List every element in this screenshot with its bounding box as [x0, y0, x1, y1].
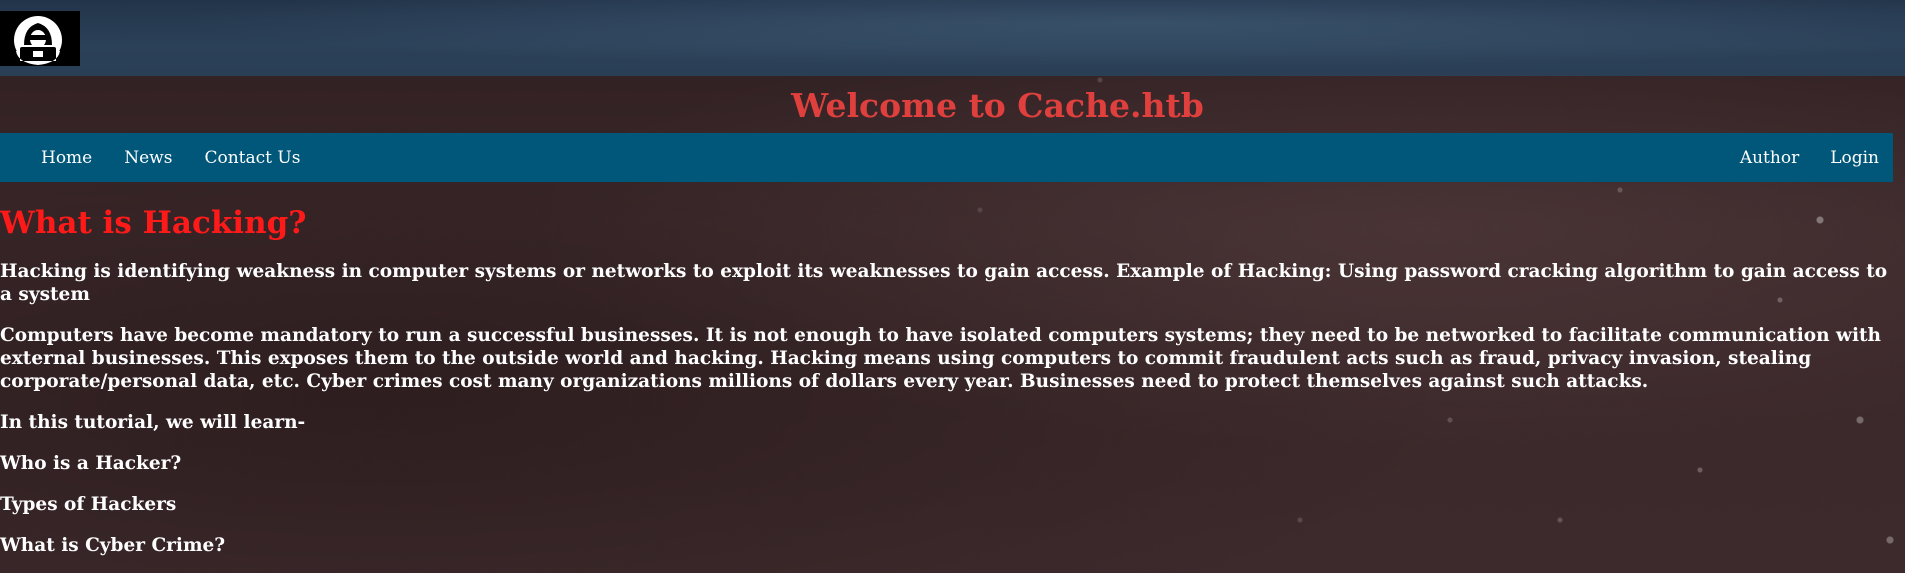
hacker-logo-icon: [14, 16, 62, 65]
main-navbar: Home News Contact Us Author Login: [0, 133, 1893, 182]
nav-link-home[interactable]: Home: [41, 148, 92, 168]
nav-left-menu: Home News Contact Us: [41, 133, 332, 182]
article-paragraph-tutorial: In this tutorial, we will learn-: [0, 412, 306, 433]
article-heading: What is Hacking?: [0, 205, 307, 241]
top-banner: [0, 0, 1905, 76]
article-paragraph-intro: Hacking is identifying weakness in compu…: [0, 261, 1888, 305]
article-item-cyber-crime: What is Cyber Crime?: [0, 535, 226, 556]
nav-item-author: Author: [1740, 148, 1799, 168]
nav-item-contact: Contact Us: [204, 148, 300, 168]
article-item-who-is-hacker: Who is a Hacker?: [0, 453, 182, 474]
nav-link-author[interactable]: Author: [1740, 148, 1799, 168]
site-logo[interactable]: [0, 11, 80, 66]
nav-right-menu: Author Login: [1709, 133, 1879, 182]
article-paragraph-body: Computers have become mandatory to run a…: [0, 325, 1881, 392]
nav-item-login: Login: [1830, 148, 1879, 168]
article-item-types-of-hackers: Types of Hackers: [0, 494, 177, 515]
nav-item-news: News: [124, 148, 172, 168]
nav-link-news[interactable]: News: [124, 148, 172, 168]
article-content: What is Hacking? Hacking is identifying …: [0, 199, 1905, 557]
nav-link-login[interactable]: Login: [1830, 148, 1879, 168]
nav-link-contact-us[interactable]: Contact Us: [204, 148, 300, 168]
nav-item-home: Home: [41, 148, 92, 168]
site-title: Welcome to Cache.htb: [791, 86, 1204, 125]
